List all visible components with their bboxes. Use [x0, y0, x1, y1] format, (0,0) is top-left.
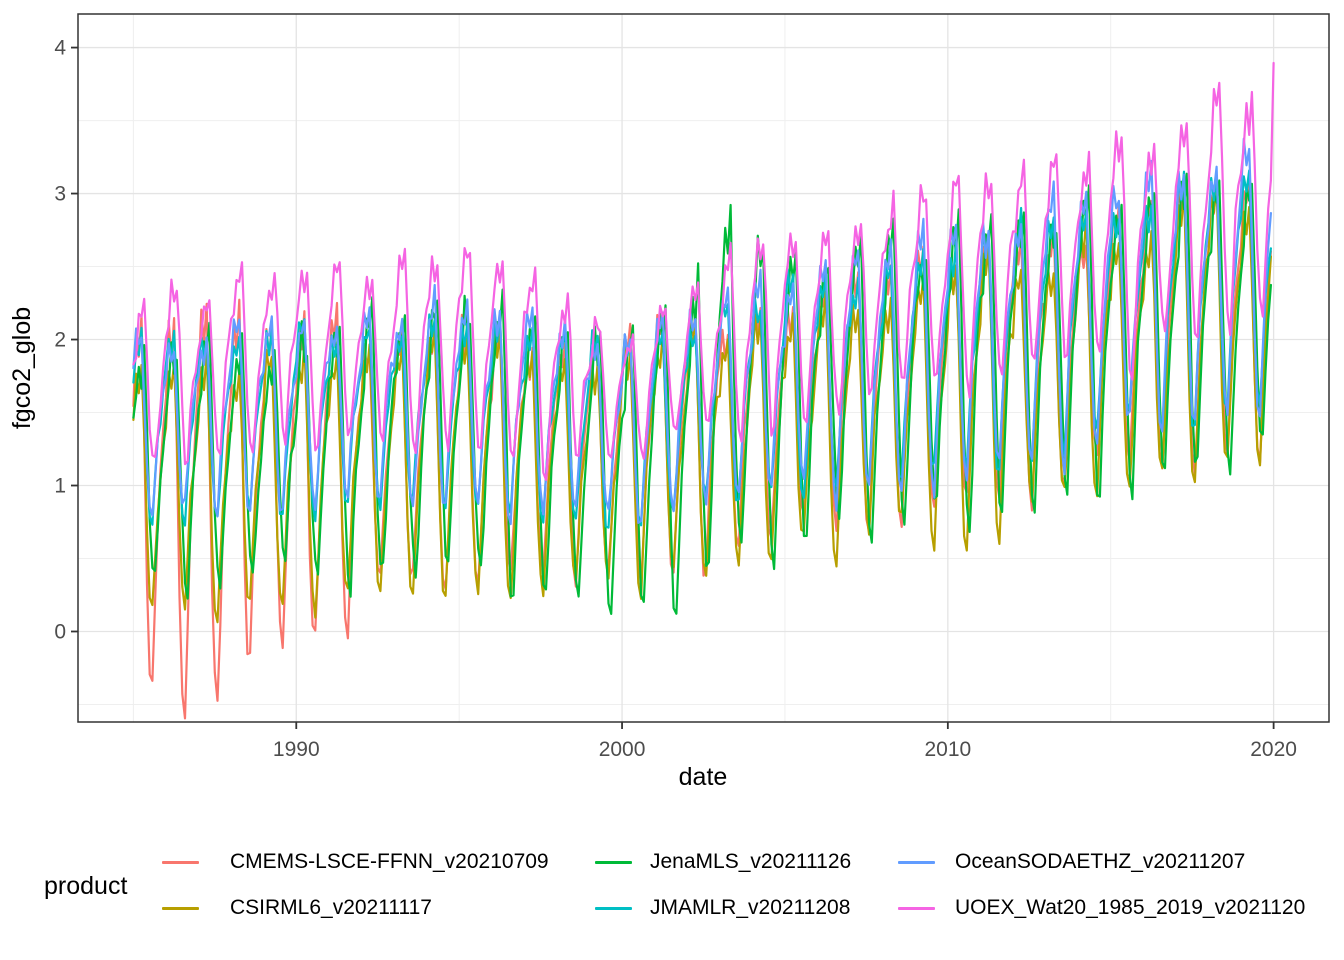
y-tick-label: 2	[54, 329, 66, 352]
legend-label: JMAMLR_v20211208	[650, 896, 850, 920]
legend-label: JenaMLS_v20211126	[650, 850, 851, 874]
x-tick-label: 2010	[924, 738, 971, 761]
line-chart: 0 1 2 3 4 1990 2000 2010 2020 date fgco2_glob	[0, 0, 1344, 800]
y-tick-label: 4	[54, 37, 66, 60]
legend-item-JMAMLR_v20211208: JMAMLR_v20211208	[595, 896, 850, 920]
y-tick-label: 1	[54, 475, 66, 498]
legend-item-UOEX_Wat20_1985_2019_v2021120: UOEX_Wat20_1985_2019_v2021120	[898, 896, 1305, 920]
legend-key-line	[162, 907, 199, 910]
y-tick-label: 3	[54, 183, 66, 206]
y-axis-title: fgco2_glob	[8, 307, 36, 429]
legend-key-line	[595, 861, 632, 864]
x-tick-label: 2020	[1250, 738, 1297, 761]
legend: product CMEMS-LSCE-FFNN_v20210709 CSIRML6…	[0, 800, 1344, 960]
series-layer	[133, 63, 1273, 718]
legend-label: CSIRML6_v20211117	[230, 896, 432, 920]
x-tick-label: 1990	[273, 738, 320, 761]
legend-item-CSIRML6_v20211117: CSIRML6_v20211117	[162, 896, 432, 920]
legend-item-CMEMS-LSCE-FFNN_v20210709: CMEMS-LSCE-FFNN_v20210709	[162, 850, 549, 874]
legend-label: CMEMS-LSCE-FFNN_v20210709	[230, 850, 549, 874]
legend-label: UOEX_Wat20_1985_2019_v2021120	[955, 896, 1305, 920]
figure: 0 1 2 3 4 1990 2000 2010 2020 date fgco2_glob pr…	[0, 0, 1344, 960]
x-axis-title: date	[679, 763, 728, 791]
y-tick-label: 0	[54, 620, 66, 643]
legend-key-line	[898, 861, 935, 864]
x-tick-label: 2000	[599, 738, 646, 761]
legend-key-line	[162, 861, 199, 864]
legend-item-OceanSODAETHZ_v20211207: OceanSODAETHZ_v20211207	[898, 850, 1245, 874]
legend-label: OceanSODAETHZ_v20211207	[955, 850, 1245, 874]
legend-title: product	[44, 872, 127, 901]
legend-key-line	[898, 907, 935, 910]
legend-key-line	[595, 907, 632, 910]
legend-item-JenaMLS_v20211126: JenaMLS_v20211126	[595, 850, 851, 874]
